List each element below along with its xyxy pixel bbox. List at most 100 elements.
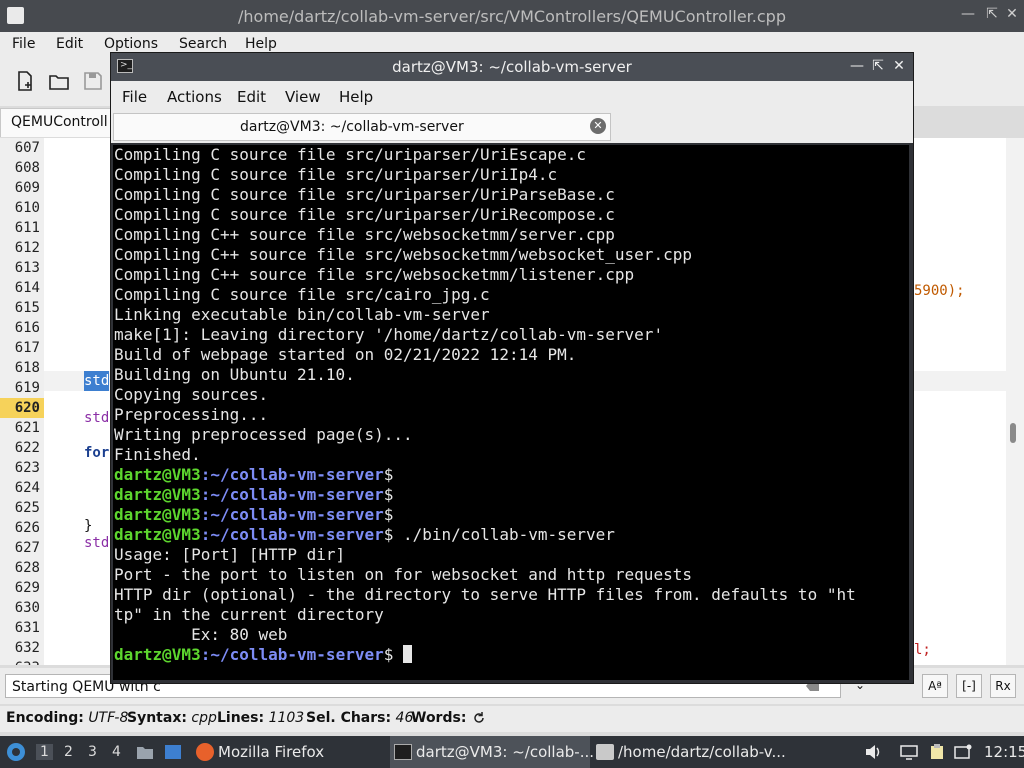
terminal-tabbar: dartz@VM3: ~/collab-vm-server ✕ [111,111,913,143]
line-number: 623 [14,460,40,476]
prompt-dollar: $ [383,645,394,664]
line-number: 625 [14,500,40,516]
task-firefox[interactable]: Mozilla Firefox [192,736,378,768]
editor-tab[interactable]: QEMUControll [0,108,114,137]
line-number: 618 [14,360,40,376]
prompt-dollar: $ [383,465,394,484]
terminal-line: Preprocessing... [114,405,269,424]
terminal-menu-edit[interactable]: Edit [237,88,266,106]
clock[interactable]: 12:15 [984,743,1024,761]
terminal-window[interactable]: >_ dartz@VM3: ~/collab-vm-server — ⇱ ✕ F… [111,53,913,683]
open-folder-icon[interactable] [48,70,70,92]
prompt-path: :~/collab-vm-server [200,505,384,524]
encoding-label: Encoding: [6,710,84,726]
maximize-icon[interactable]: ⇱ [870,58,886,74]
terminal-menu-view[interactable]: View [285,88,321,106]
editor-titlebar[interactable]: /home/dartz/collab-vm-server/src/VMContr… [0,0,1024,32]
tab-close-icon[interactable]: ✕ [590,118,606,134]
line-number: 615 [14,300,40,316]
prompt-user: dartz@VM3 [114,505,201,524]
line-number: 626 [14,520,40,536]
editor-menu-file[interactable]: File [12,36,35,52]
refresh-icon[interactable] [472,711,486,725]
terminal-line: Compiling C++ source file src/websocketm… [114,225,615,244]
maximize-icon[interactable]: ⇱ [984,6,1000,22]
syntax-label: Syntax: [127,710,187,726]
featherpad-icon [596,744,614,760]
editor-statusbar: Encoding: UTF-8 Syntax: cpp Lines: 1103 … [0,706,1024,732]
terminal-menu-help[interactable]: Help [339,88,373,106]
terminal-titlebar[interactable]: >_ dartz@VM3: ~/collab-vm-server — ⇱ ✕ [111,53,913,81]
workspace-1[interactable]: 1 [36,744,53,760]
clipboard-icon[interactable] [928,744,946,760]
close-icon[interactable]: ✕ [891,58,907,74]
terminal-line: Compiling C source file src/uriparser/Ur… [114,165,558,184]
workspace-4[interactable]: 4 [112,744,121,760]
terminal-line: make[1]: Leaving directory '/home/dartz/… [114,325,664,344]
terminal-line: Port - the port to listen on for websock… [114,565,692,584]
terminal-menu-file[interactable]: File [122,88,147,106]
terminal-menu-actions[interactable]: Actions [167,88,222,106]
line-number: 621 [14,420,40,436]
whole-word-button[interactable]: [-] [956,674,982,698]
network-icon[interactable] [900,744,918,760]
line-number-gutter: 607 608 609 610 611 612 613 614 615 616 … [0,138,44,665]
task-label: dartz@VM3: ~/collab-... [416,743,595,761]
terminal-line: Linking executable bin/collab-vm-server [114,305,490,324]
notifications-icon[interactable] [954,744,972,760]
terminal-line: Writing preprocessed page(s)... [114,425,413,444]
workspace-2[interactable]: 2 [64,744,73,760]
file-manager-icon[interactable] [136,744,154,760]
terminal-tab[interactable]: dartz@VM3: ~/collab-vm-server ✕ [113,113,611,141]
editor-menu-help[interactable]: Help [245,36,277,52]
prompt-line[interactable]: dartz@VM3:~/collab-vm-server$ [114,645,413,665]
prompt-user: dartz@VM3 [114,485,201,504]
editor-menu-search[interactable]: Search [179,36,227,52]
prompt-user: dartz@VM3 [114,645,201,664]
scrollbar-thumb[interactable] [1010,423,1016,443]
minimize-icon[interactable]: — [960,6,976,22]
prompt-path: :~/collab-vm-server [200,485,384,504]
close-icon[interactable]: ✕ [1004,6,1020,22]
line-number: 612 [14,240,40,256]
editor-menu-options[interactable]: Options [104,36,158,52]
prompt-line: dartz@VM3:~/collab-vm-server$ [114,505,393,525]
minimize-icon[interactable]: — [849,58,865,74]
workspace-3[interactable]: 3 [88,744,97,760]
prompt-line: dartz@VM3:~/collab-vm-server$ ./bin/coll… [114,525,615,545]
show-desktop-icon[interactable] [164,744,182,760]
volume-icon[interactable] [864,744,882,760]
prompt-path: :~/collab-vm-server [200,645,384,664]
start-menu-icon[interactable] [6,742,26,762]
editor-menu-edit[interactable]: Edit [56,36,83,52]
line-number: 617 [14,340,40,356]
terminal-line: Usage: [Port] [HTTP dir] [114,545,346,564]
line-number: 619 [14,380,40,396]
line-number: 627 [14,540,40,556]
editor-vertical-scrollbar[interactable] [1006,138,1024,665]
line-number: 611 [14,220,40,236]
prompt-user: dartz@VM3 [114,525,201,544]
line-number: 607 [14,140,40,156]
terminal-line: HTTP dir (optional) - the directory to s… [114,585,856,604]
lines-label: Lines: [217,710,265,726]
editor-tab-label: QEMUControll [11,114,108,130]
task-terminal[interactable]: dartz@VM3: ~/collab-... [390,736,594,768]
task-label: Mozilla Firefox [218,743,325,761]
regex-button[interactable]: Rx [990,674,1016,698]
task-featherpad[interactable]: /home/dartz/collab-v... [592,736,788,768]
prompt-path: :~/collab-vm-server [200,525,384,544]
terminal-tab-label: dartz@VM3: ~/collab-vm-server [240,119,464,135]
save-icon[interactable] [82,70,104,92]
current-line-number: 620 [0,398,44,418]
new-file-icon[interactable] [14,70,36,92]
code-fragment: std [84,535,110,551]
prompt-dollar: $ [383,505,394,524]
line-number: 622 [14,440,40,456]
prompt-line: dartz@VM3:~/collab-vm-server$ [114,465,393,485]
line-number: 613 [14,260,40,276]
terminal-screen[interactable]: Compiling C source file src/uriparser/Ur… [113,145,909,680]
match-case-button[interactable]: Aª [922,674,948,698]
line-number: 608 [14,160,40,176]
line-number: 632 [14,640,40,656]
